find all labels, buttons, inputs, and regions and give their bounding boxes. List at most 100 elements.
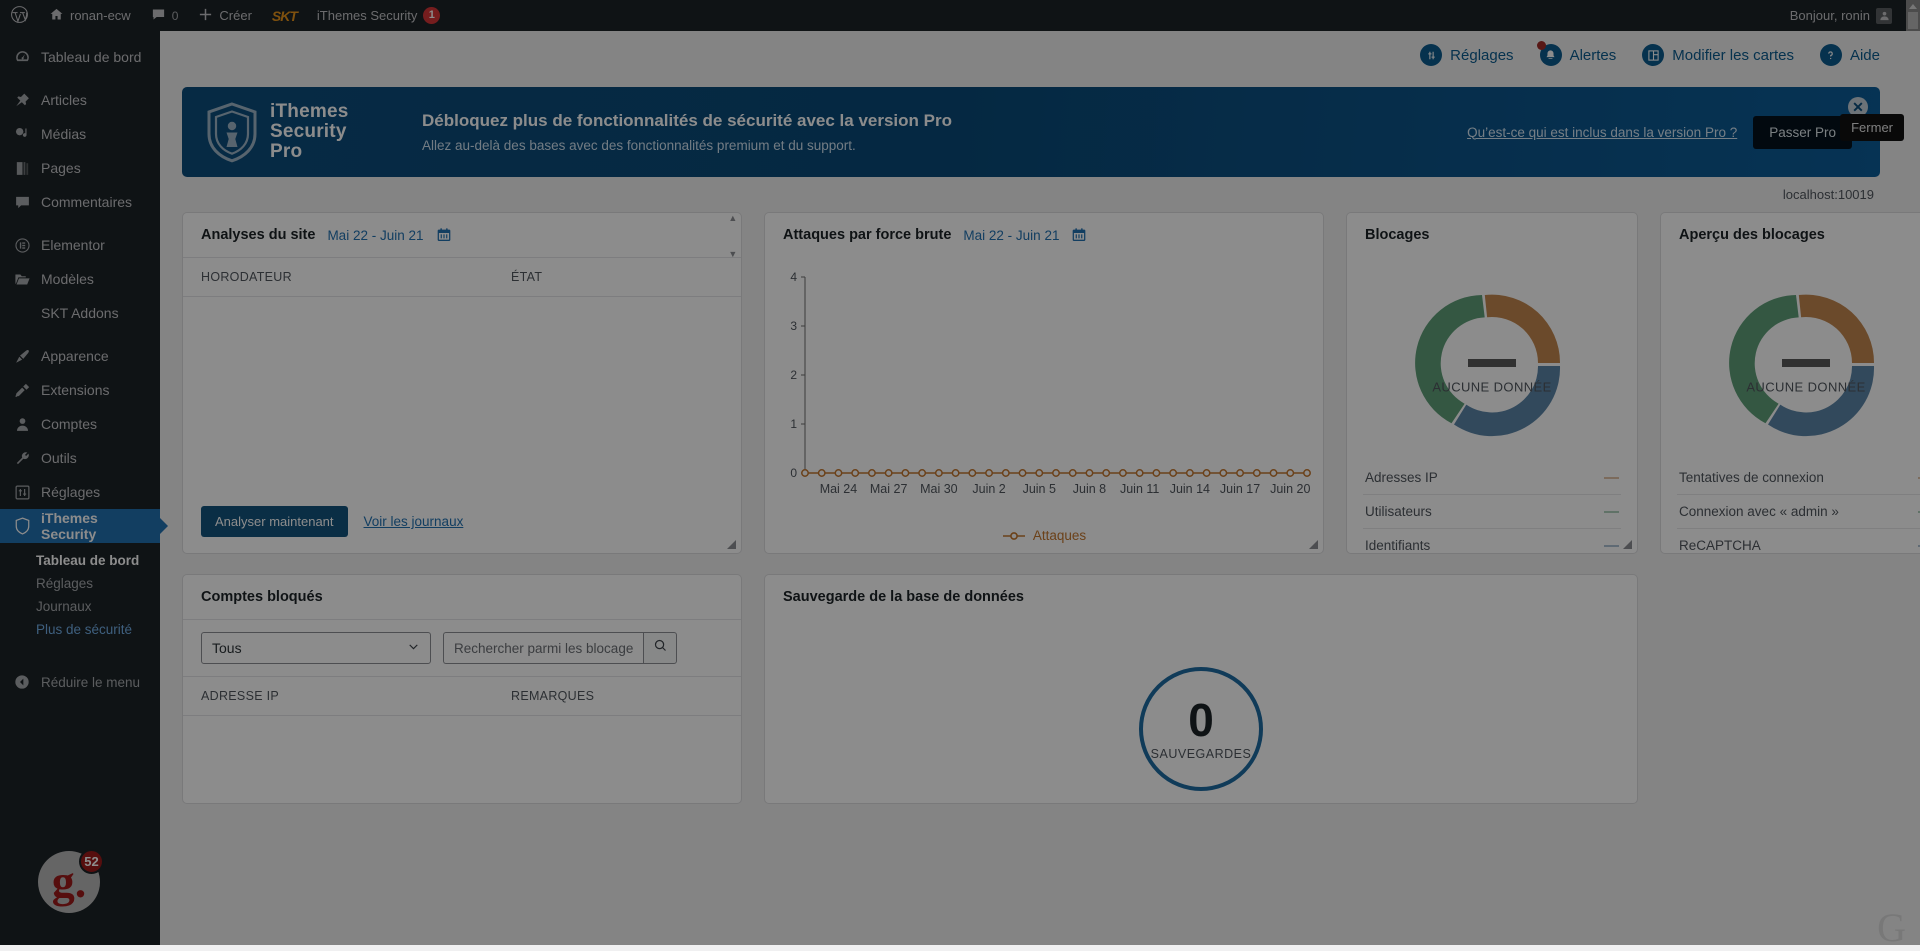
- lockouts-donut: AUCUNE DONNÉE: [1347, 257, 1637, 461]
- whats-included-link[interactable]: Qu’est-ce qui est inclus dans la version…: [1467, 125, 1737, 140]
- sidebar-item-outils[interactable]: Outils: [0, 441, 160, 475]
- legend-row: Tentatives de connexion —: [1677, 461, 1920, 495]
- database-backup-body: 0 SAUVEGARDES: [765, 619, 1637, 803]
- card-lockouts: Blocages AUCUNE DONNÉE Adresses IP — Uti…: [1346, 212, 1638, 554]
- pro-banner-actions: Qu’est-ce qui est inclus dans la version…: [1467, 115, 1858, 149]
- card-title: Aperçu des blocages: [1679, 227, 1825, 243]
- sidebar-item-label: Articles: [41, 92, 87, 108]
- calendar-icon[interactable]: [436, 227, 452, 243]
- lockouts-overview-donut-svg: [1729, 294, 1875, 437]
- toolbar-button-label: Aide: [1849, 46, 1880, 64]
- svg-text:2: 2: [790, 368, 797, 382]
- scroll-up-arrow[interactable]: ▲: [728, 213, 737, 223]
- sidebar-item-modeles[interactable]: Modèles: [0, 262, 160, 296]
- admin-bar: ronan-ecw 0 Créer SKT iThemes Security 1…: [0, 0, 1920, 31]
- card-title: Sauvegarde de la base de données: [783, 589, 1024, 605]
- legend-row-label: Adresses IP: [1365, 470, 1438, 485]
- column-header-etat: ÉTAT: [511, 270, 543, 284]
- search-input[interactable]: [443, 632, 643, 664]
- card-title: Blocages: [1365, 227, 1430, 243]
- submenu-item-tableau-de-bord[interactable]: Tableau de bord: [0, 549, 160, 572]
- page-scrollbar[interactable]: [1906, 0, 1920, 31]
- card-lockouts-overview: Aperçu des blocages AUCUNE DONNÉE Tentat…: [1660, 212, 1920, 554]
- sidebar-item-pages[interactable]: Pages: [0, 151, 160, 185]
- calendar-icon[interactable]: [1071, 227, 1087, 243]
- corner-decoration: G: [1877, 905, 1906, 950]
- scan-now-button[interactable]: Analyser maintenant: [201, 506, 348, 537]
- sidebar-item-comptes[interactable]: Comptes: [0, 407, 160, 441]
- toolbar-button-aide[interactable]: Aide: [1819, 44, 1880, 66]
- user-icon: [12, 414, 32, 434]
- card-header: Sauvegarde de la base de données: [765, 575, 1637, 619]
- submenu-item-plus-de-securite[interactable]: Plus de sécurité: [0, 618, 160, 641]
- scroll-down-arrow[interactable]: ▼: [728, 249, 737, 259]
- card-header: Analyses du site Mai 22 - Juin 21: [183, 213, 741, 258]
- close-tooltip: Fermer: [1840, 114, 1904, 141]
- ithemes-shield-icon: [204, 101, 260, 163]
- media-icon: [12, 124, 32, 144]
- date-range-label[interactable]: Mai 22 - Juin 21: [963, 228, 1059, 243]
- legend-marker-icon: [1002, 531, 1026, 541]
- pro-banner-texts: Débloquez plus de fonctionnalités de séc…: [414, 111, 1467, 153]
- backup-count-label: SAUVEGARDES: [1150, 747, 1252, 761]
- new-content-menu[interactable]: Créer: [188, 0, 262, 31]
- lockout-type-select[interactable]: Tous: [201, 632, 431, 664]
- scans-table-scrollbar[interactable]: ▲ ▼: [727, 213, 739, 259]
- wordpress-logo-menu[interactable]: [0, 0, 39, 31]
- shield-icon: [12, 516, 32, 536]
- host-address-label: localhost:10019: [1782, 187, 1874, 202]
- sidebar-item-elementor[interactable]: Elementor: [0, 228, 160, 262]
- sidebar-item-label: Tableau de bord: [41, 49, 142, 65]
- card-header: Attaques par force brute Mai 22 - Juin 2…: [765, 213, 1323, 257]
- ithemes-security-menu[interactable]: iThemes Security 1: [307, 0, 450, 31]
- card-resize-handle[interactable]: [726, 539, 736, 549]
- toolbar-button-alertes[interactable]: Alertes: [1536, 41, 1617, 66]
- greeting-label: Bonjour, ronin: [1789, 8, 1870, 23]
- svg-text:Juin 8: Juin 8: [1073, 482, 1106, 496]
- sidebar-item-articles[interactable]: Articles: [0, 83, 160, 117]
- sidebar-item-commentaires[interactable]: Commentaires: [0, 185, 160, 219]
- sidebar-item-tableau-de-bord[interactable]: Tableau de bord: [0, 40, 160, 74]
- legend-row-value: —: [1604, 537, 1619, 554]
- site-name-menu[interactable]: ronan-ecw: [39, 0, 141, 31]
- card-title: Analyses du site: [201, 227, 316, 243]
- lockouts-legend-rows: Adresses IP — Utilisateurs — Identifiant…: [1347, 461, 1637, 576]
- toolbar-button-reglages[interactable]: Réglages: [1420, 44, 1514, 66]
- sidebar-item-extensions[interactable]: Extensions: [0, 373, 160, 407]
- lockouts-overview-legend-rows: Tentatives de connexion — Connexion avec…: [1661, 461, 1920, 576]
- submenu-item-reglages[interactable]: Réglages: [0, 572, 160, 595]
- legend-row-value: —: [1604, 503, 1619, 520]
- settings-icon: [12, 482, 32, 502]
- card-resize-handle[interactable]: [1622, 539, 1632, 549]
- pro-brand-line3: Pro: [270, 140, 303, 162]
- comments-menu[interactable]: 0: [141, 0, 189, 31]
- comment-bubble-icon: [151, 7, 166, 25]
- card-resize-handle[interactable]: [1308, 539, 1318, 549]
- search-button[interactable]: [643, 632, 677, 664]
- wordpress-logo-icon: [10, 5, 29, 27]
- card-header: Comptes bloqués: [183, 575, 741, 620]
- sidebar-item-medias[interactable]: Médias: [0, 117, 160, 151]
- my-account-menu[interactable]: Bonjour, ronin: [1780, 0, 1920, 31]
- sidebar-item-ithemes-security[interactable]: iThemes Security: [0, 509, 160, 543]
- date-range-label[interactable]: Mai 22 - Juin 21: [327, 228, 423, 243]
- svg-text:4: 4: [790, 270, 797, 284]
- sidebar-item-reglages[interactable]: Réglages: [0, 475, 160, 509]
- skt-menu[interactable]: SKT: [262, 0, 307, 31]
- sidebar-item-label: Outils: [41, 450, 77, 466]
- sidebar-item-apparence[interactable]: Apparence: [0, 339, 160, 373]
- gravatar-badge[interactable]: g. 52: [38, 849, 104, 913]
- sidebar-item-label: Pages: [41, 160, 81, 176]
- submenu-item-journaux[interactable]: Journaux: [0, 595, 160, 618]
- svg-text:Juin 14: Juin 14: [1170, 482, 1210, 496]
- collapse-menu-button[interactable]: Réduire le menu: [0, 665, 160, 699]
- toolbar-button-label: Alertes: [1569, 46, 1617, 64]
- view-logs-link[interactable]: Voir les journaux: [364, 514, 464, 529]
- sidebar-item-label: Extensions: [41, 382, 110, 398]
- banned-users-table-header: ADRESSE IP REMARQUES: [183, 677, 741, 716]
- brute-force-chart: 0 1 2 3 4 Mai 24 Mai 27 Mai 30 Juin 2 Juin 5 Juin …: [765, 257, 1323, 528]
- upgrade-pro-button[interactable]: Passer Pro: [1753, 115, 1852, 149]
- column-header-horodateur: HORODATEUR: [201, 270, 292, 284]
- toolbar-button-modifier-les-cartes[interactable]: Modifier les cartes: [1642, 44, 1794, 66]
- sidebar-item-skt-addons[interactable]: SKT Addons: [0, 296, 160, 330]
